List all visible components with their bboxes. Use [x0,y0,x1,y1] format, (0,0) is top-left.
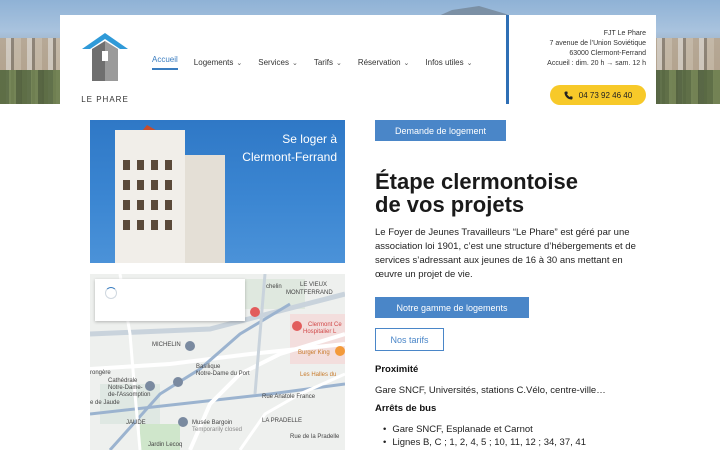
map-label: rongère [90,370,111,376]
nav-item-infos-utiles[interactable]: Infos utiles ⌄ [425,55,472,70]
contact-card: FJT Le Phare 7 avenue de l’Union Soviéti… [506,15,656,105]
contact-name: FJT Le Phare [603,30,646,37]
contact-address: 7 avenue de l’Union Soviétique [549,40,646,47]
nav-item-label: Infos utiles [425,58,464,67]
prices-button[interactable]: Nos tarifs [375,328,444,351]
nav-item-label: Tarifs [313,58,333,67]
map-label: Les Halles du [300,372,337,378]
contact-city: 63000 Clermont-Ferrand [569,50,646,57]
location-map[interactable]: LE VIEUX MONTFERRAND chelin Clermont Ce … [90,274,345,450]
map-label: Burger King [298,350,330,356]
nav-item-label: Services [258,58,289,67]
nav-item-reservation[interactable]: Réservation ⌄ [358,55,410,70]
map-label: Notre-Dame du Port [196,371,250,377]
nav-item-label: Réservation [357,58,401,67]
chevron-down-icon: ⌄ [403,59,410,67]
map-label: de-l'Assomption [108,392,151,398]
map-label: JAUDE [126,420,146,426]
proximity-text: Gare SNCF, Universités, stations C.Vélo,… [375,385,606,396]
map-label: Hospitalier L [303,329,337,335]
hero-image: Se loger à Clermont-Ferrand [90,120,345,263]
hero-caption-line2: Clermont-Ferrand [242,150,337,164]
map-label: Notre-Dame- [108,385,143,391]
nav-item-label: Logements [193,58,234,67]
housing-range-button[interactable]: Notre gamme de logements [375,297,529,318]
list-item: Lignes B, C ; 1, 2, 4, 5 ; 10, 11, 12 ; … [383,436,663,449]
intro-paragraph: Le Foyer de Jeunes Travailleurs “Le Phar… [375,227,636,280]
housing-request-button[interactable]: Demande de logement [375,120,506,141]
bus-stops-title: Arrêts de bus [375,403,437,414]
nav-item-label: Accueil [152,55,178,64]
hero-caption-line1: Se loger à [282,132,337,146]
list-item: Gare SNCF, Esplanade et Carnot [383,423,663,436]
map-label: Cathédrale [108,378,138,384]
phone-icon [564,90,573,100]
chevron-down-icon: ⌄ [236,59,243,67]
page-title-line1: Étape clermontoise [375,169,578,194]
lighthouse-logo-icon [82,33,128,81]
main-nav: Accueil Logements ⌄ Services ⌄ Tarifs ⌄ … [152,55,489,70]
map-label: Musée Bargoin [192,420,233,426]
hero-caption: Se loger à Clermont-Ferrand [242,130,337,166]
map-label: Temporarily closed [192,427,243,433]
chevron-down-icon: ⌄ [335,59,342,67]
contact-hours: Accueil : dim. 20 h → sam. 12 h [547,60,646,67]
page-title-line2: de vos projets [375,192,525,217]
chevron-down-icon: ⌄ [466,59,473,67]
proximity-title: Proximité [375,364,419,375]
loading-spinner-icon [105,287,117,299]
map-label: Rue de la Pradelle [290,434,340,440]
map-label: chelin [266,284,282,290]
map-label: LA PRADELLE [262,418,303,424]
bus-stops-list: Gare SNCF, Esplanade et Carnot Lignes B,… [383,423,663,449]
phone-button[interactable]: 04 73 92 46 40 [550,85,646,105]
map-label: Basilique [196,364,221,370]
header: LE PHARE Accueil Logements ⌄ Services ⌄ … [60,15,506,104]
page-title: Étape clermontoise de vos projets [375,170,665,216]
nav-item-services[interactable]: Services ⌄ [258,55,298,70]
brand-name: LE PHARE [81,95,129,104]
map-label: LE VIEUX [300,282,328,288]
nav-item-accueil[interactable]: Accueil [152,55,178,70]
chevron-down-icon: ⌄ [291,59,298,67]
map-label: Clermont Ce [308,322,342,328]
map-label: Jardin Lecoq [148,442,183,448]
nav-item-tarifs[interactable]: Tarifs ⌄ [314,55,342,70]
nav-item-logements[interactable]: Logements ⌄ [194,55,242,70]
map-info-card [95,279,245,321]
map-label: MONTFERRAND [286,290,333,296]
map-label: MICHELIN [152,342,181,348]
map-label: Rue Anatole France [262,394,316,400]
logo[interactable]: LE PHARE [80,31,130,105]
phone-number: 04 73 92 46 40 [578,90,633,100]
map-label: e de Jaude [90,400,120,406]
page: LE PHARE Accueil Logements ⌄ Services ⌄ … [0,0,720,450]
